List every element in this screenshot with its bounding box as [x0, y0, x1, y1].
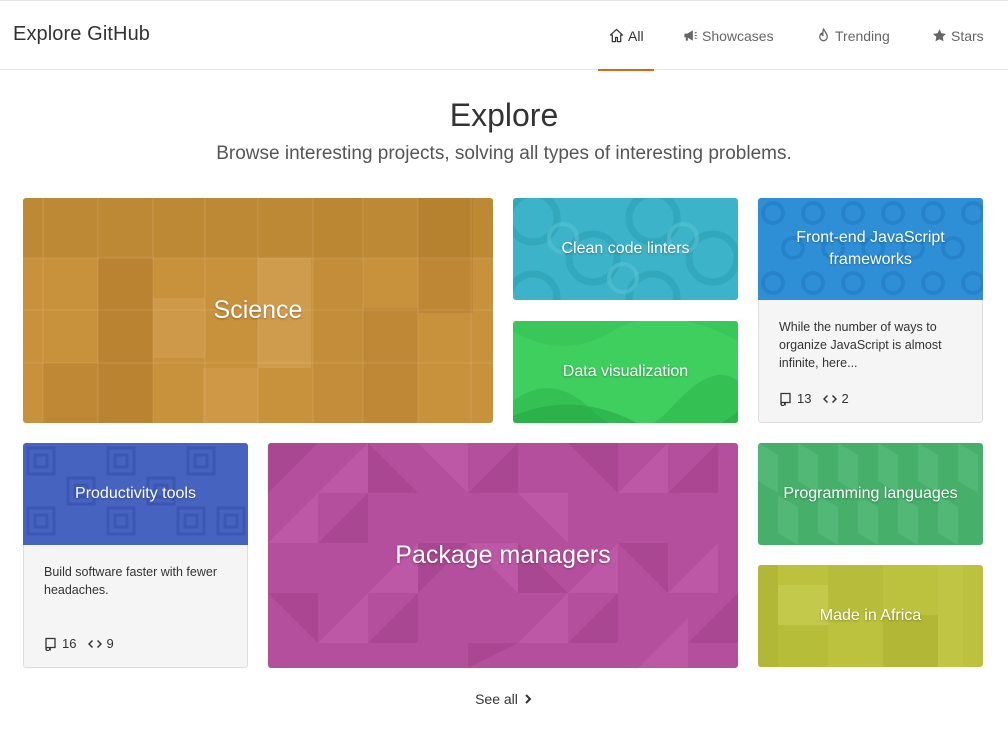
chevron-right-icon	[525, 694, 532, 704]
repo-count: 13	[779, 391, 811, 406]
card-languages-label: Programming languages	[783, 484, 958, 502]
card-packages[interactable]: Package managers	[268, 443, 738, 668]
card-frontend-stats: 13 2	[779, 391, 861, 406]
card-linters-label: Clean code linters	[561, 239, 690, 257]
card-frontend-body: While the number of ways to organize Jav…	[758, 300, 983, 423]
card-africa-label: Made in Africa	[819, 606, 922, 624]
card-productivity-description: Build software faster with fewer headach…	[44, 565, 217, 597]
card-productivity-stats: 16 9	[44, 636, 126, 651]
card-packages-banner: Package managers	[268, 443, 738, 668]
tab-showcases-label: Showcases	[702, 27, 774, 44]
card-dataviz-banner: Data visualization	[513, 321, 738, 423]
card-productivity-label: Productivity tools	[75, 484, 196, 502]
megaphone-icon	[682, 28, 698, 44]
card-productivity-banner: Productivity tools	[23, 443, 248, 545]
card-dataviz-label: Data visualization	[562, 362, 689, 380]
language-count-value: 2	[841, 391, 849, 406]
tab-all[interactable]: All	[598, 1, 654, 71]
card-science-banner: Science	[23, 198, 493, 423]
card-languages[interactable]: Programming languages	[758, 443, 983, 545]
repo-icon	[780, 392, 791, 406]
repo-count-value: 13	[797, 391, 812, 406]
code-icon	[88, 639, 103, 648]
hero-subtitle: Browse interesting projects, solving all…	[216, 143, 792, 164]
card-languages-banner: Programming languages	[758, 443, 983, 545]
see-all-link[interactable]: See all	[475, 691, 533, 707]
tab-showcases[interactable]: Showcases	[682, 1, 774, 70]
flame-icon	[815, 28, 831, 44]
see-all: See all	[0, 691, 1008, 707]
card-dataviz[interactable]: Data visualization	[513, 321, 738, 423]
card-science-label: Science	[213, 296, 303, 324]
repo-count: 16	[44, 636, 76, 651]
tab-stars-label: Stars	[951, 27, 984, 44]
card-frontend-label: Front-end JavaScript frameworks	[796, 228, 945, 268]
code-icon	[823, 394, 838, 403]
card-productivity[interactable]: Productivity tools Build software faster…	[23, 443, 248, 668]
card-frontend[interactable]: Front-end JavaScript frameworks While th…	[758, 198, 983, 423]
page-title[interactable]: Explore GitHub	[13, 23, 150, 46]
language-count: 2	[823, 391, 849, 406]
language-count-value: 9	[106, 636, 114, 651]
card-linters[interactable]: Clean code linters	[513, 198, 738, 300]
card-frontend-description: While the number of ways to organize Jav…	[779, 320, 942, 370]
hero-title: Explore	[449, 97, 559, 133]
card-africa[interactable]: Made in Africa	[758, 565, 983, 667]
home-icon	[608, 28, 624, 44]
tab-all-label: All	[628, 27, 644, 44]
repo-count-value: 16	[62, 636, 77, 651]
card-frontend-banner: Front-end JavaScript frameworks	[758, 198, 983, 300]
language-count: 9	[88, 636, 114, 651]
tab-stars[interactable]: Stars	[931, 1, 984, 70]
card-africa-banner: Made in Africa	[758, 565, 983, 667]
tab-trending-label: Trending	[835, 27, 890, 44]
star-icon	[931, 28, 947, 44]
card-productivity-body: Build software faster with fewer headach…	[23, 545, 248, 668]
card-linters-banner: Clean code linters	[513, 198, 738, 300]
see-all-label: See all	[475, 691, 518, 707]
tab-trending[interactable]: Trending	[815, 1, 890, 70]
repo-icon	[45, 637, 56, 651]
card-packages-label: Package managers	[395, 541, 611, 569]
site-header: Explore GitHub All Showcases Trending St…	[0, 0, 1008, 71]
card-science[interactable]: Science	[23, 198, 493, 423]
